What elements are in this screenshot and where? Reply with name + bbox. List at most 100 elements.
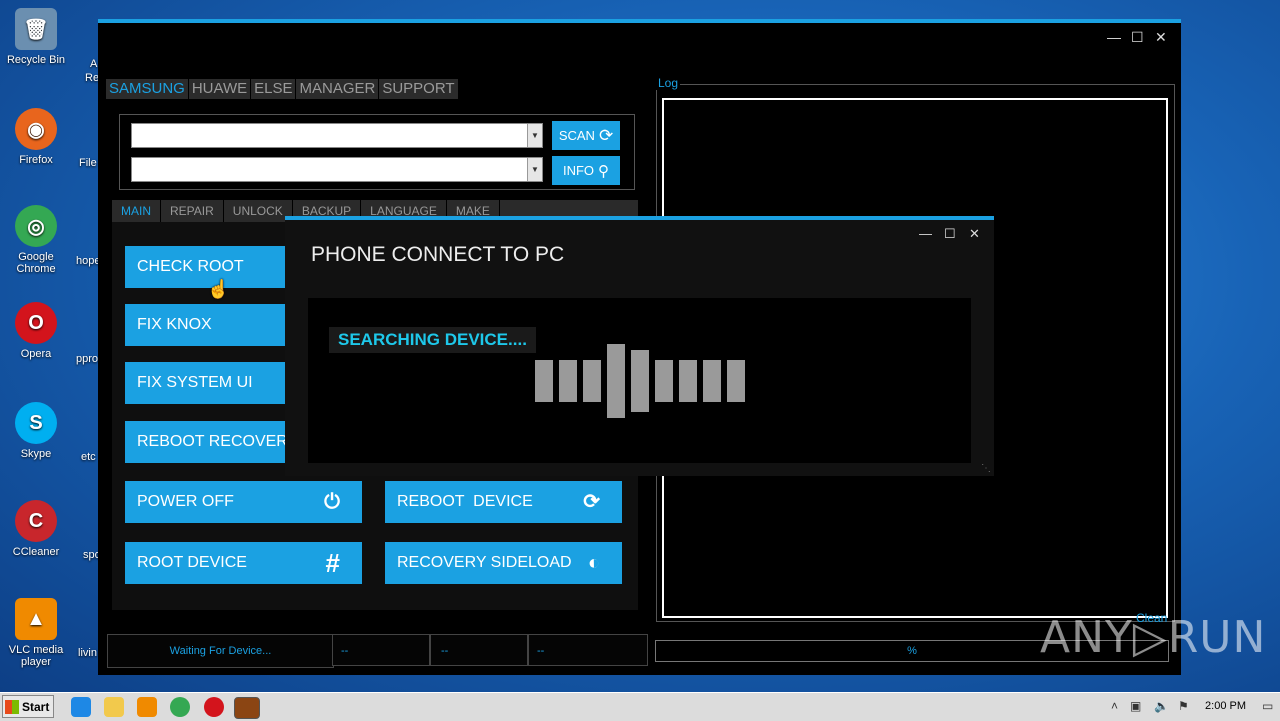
resize-grip-icon[interactable]: ⋱ xyxy=(981,463,991,474)
tab-else[interactable]: ELSE xyxy=(251,79,297,99)
reboot-recovery-button[interactable]: REBOOT RECOVERY xyxy=(125,421,285,463)
volume-icon[interactable]: 🔈 xyxy=(1154,699,1169,713)
fix-system-ui-label: FIX SYSTEM UI xyxy=(137,374,253,391)
folder-icon[interactable] xyxy=(104,697,124,717)
flag-icon[interactable]: ⚑ xyxy=(1178,699,1189,713)
status-field-4: -- xyxy=(528,634,648,666)
check-root-button[interactable]: CHECK ROOT xyxy=(125,246,285,288)
status-field-2: -- xyxy=(332,634,430,666)
ccleaner-icon: C xyxy=(15,500,57,542)
reboot-recovery-label: REBOOT RECOVERY xyxy=(137,433,285,450)
tab-support[interactable]: SUPPORT xyxy=(379,79,459,99)
searching-message: SEARCHING DEVICE.... xyxy=(329,327,536,353)
loading-bar xyxy=(535,360,553,402)
power-icon: ⏻ xyxy=(324,491,340,513)
network-icon[interactable]: ▣ xyxy=(1130,699,1141,713)
desktop-icon-label: Opera xyxy=(20,348,52,360)
desktop-icon-partial[interactable]: File xyxy=(79,157,97,169)
opera-icon[interactable] xyxy=(204,697,224,717)
maximize-icon[interactable]: ☐ xyxy=(1131,29,1144,46)
search-icon: ⚲ xyxy=(598,162,610,180)
close-icon[interactable]: ✕ xyxy=(1155,29,1167,46)
media-player-icon[interactable] xyxy=(137,697,157,717)
loading-bar xyxy=(559,360,577,402)
desktop-icon-label: Google Chrome xyxy=(16,251,56,275)
desktop-icon-partial[interactable]: livin xyxy=(78,647,97,659)
root-device-button[interactable]: ROOT DEVICE # xyxy=(125,542,362,584)
tab-samsung[interactable]: SAMSUNG xyxy=(106,79,189,99)
tab-main[interactable]: MAIN xyxy=(112,200,161,222)
desktop-icon-partial[interactable]: hope xyxy=(76,255,100,267)
reboot-device-button[interactable]: REBOOT DEVICE ⟳ xyxy=(385,481,622,523)
desktop-icon-chrome[interactable]: ◎ Google Chrome xyxy=(4,205,68,275)
loading-bar xyxy=(607,344,625,418)
status-field-3: -- xyxy=(430,634,528,666)
power-off-button[interactable]: POWER OFF ⏻ xyxy=(125,481,362,523)
desktop-icon-partial[interactable]: ppro xyxy=(76,353,98,365)
desktop-icon-partial[interactable]: Re xyxy=(85,72,99,84)
loading-bar xyxy=(583,360,601,402)
check-root-label: CHECK ROOT xyxy=(137,258,244,275)
desktop-icon-firefox[interactable]: ◉ Firefox xyxy=(4,108,68,166)
power-off-label: POWER OFF xyxy=(137,493,234,510)
desktop-icon-recycle-bin[interactable]: 🗑 Recycle Bin xyxy=(4,8,68,66)
desktop-icon-opera[interactable]: O Opera xyxy=(4,302,68,360)
loading-bar xyxy=(655,360,673,402)
scan-label: SCAN xyxy=(558,128,595,143)
reboot-device-label: REBOOT DEVICE xyxy=(397,493,533,510)
desktop-icon-ccleaner[interactable]: C CCleaner xyxy=(4,500,68,558)
log-label: Log xyxy=(656,76,681,90)
brand-tabs: SAMSUNG HUAWE ELSE MANAGER SUPPORT xyxy=(106,79,459,99)
firefox-icon: ◉ xyxy=(15,108,57,150)
loading-bar xyxy=(679,360,697,402)
fix-knox-button[interactable]: FIX KNOX xyxy=(125,304,285,346)
device-combo-1[interactable]: ▼ xyxy=(131,123,543,148)
chrome-icon[interactable] xyxy=(170,697,190,717)
desktop-icon-vlc[interactable]: ▲ VLC media player xyxy=(4,598,68,668)
recovery-sideload-label: RECOVERY SIDELOAD xyxy=(397,554,572,571)
loading-bar xyxy=(631,350,649,412)
hash-icon: # xyxy=(325,548,340,578)
tab-huawe[interactable]: HUAWE xyxy=(189,79,252,99)
desktop-icon-partial[interactable]: etc xyxy=(81,451,96,463)
status-main: Waiting For Device... xyxy=(107,634,334,668)
recovery-sideload-button[interactable]: RECOVERY SIDELOAD ◐ xyxy=(385,542,622,584)
tab-manager[interactable]: MANAGER xyxy=(296,79,380,99)
opera-icon: O xyxy=(15,302,57,344)
show-desktop-icon[interactable]: ▭ xyxy=(1262,699,1273,713)
app-running-icon[interactable] xyxy=(234,697,260,719)
desktop-icon-label: Recycle Bin xyxy=(6,54,66,66)
start-button[interactable]: Start xyxy=(2,695,54,718)
connect-dialog: PHONE CONNECT TO PC — ☐ ✕ SEARCHING DEVI… xyxy=(285,216,994,476)
restart-icon: ⟳ xyxy=(583,491,600,513)
fix-knox-label: FIX KNOX xyxy=(137,316,212,333)
ie-icon[interactable] xyxy=(71,697,91,717)
scan-button[interactable]: SCAN ⟳ xyxy=(552,121,620,150)
chevron-down-icon[interactable]: ▼ xyxy=(527,124,542,147)
minimize-icon[interactable]: — xyxy=(1107,29,1121,45)
clock[interactable]: 2:00 PM xyxy=(1205,700,1246,712)
recycle-bin-icon: 🗑 xyxy=(15,8,57,50)
fix-system-ui-button[interactable]: FIX SYSTEM UI xyxy=(125,362,285,404)
maximize-icon[interactable]: ☐ xyxy=(944,226,956,242)
desktop-icon-skype[interactable]: S Skype xyxy=(4,402,68,460)
tray-expand-icon[interactable]: ˄ xyxy=(1111,699,1118,713)
chrome-icon: ◎ xyxy=(15,205,57,247)
close-icon[interactable]: ✕ xyxy=(969,226,980,242)
loading-indicator xyxy=(535,344,750,418)
windows-logo-icon xyxy=(5,699,19,714)
device-combo-2[interactable]: ▼ xyxy=(131,157,543,182)
taskbar: Start ˄ ▣ 🔈 ⚑ 2:00 PM ▭ xyxy=(0,692,1280,721)
watermark: ANY▷RUN xyxy=(1040,612,1267,663)
minimize-icon[interactable]: — xyxy=(919,226,932,241)
sideload-icon: ◐ xyxy=(587,552,600,574)
mouse-cursor-icon: ☝ xyxy=(207,279,230,299)
tab-unlock[interactable]: UNLOCK xyxy=(224,200,293,222)
info-button[interactable]: INFO ⚲ xyxy=(552,156,620,185)
chevron-down-icon[interactable]: ▼ xyxy=(527,158,542,181)
desktop-icon-label: Skype xyxy=(20,448,52,460)
refresh-icon: ⟳ xyxy=(598,125,614,145)
start-label: Start xyxy=(22,699,50,714)
tab-repair[interactable]: REPAIR xyxy=(161,200,224,222)
desktop-icon-partial[interactable]: A xyxy=(90,58,97,70)
